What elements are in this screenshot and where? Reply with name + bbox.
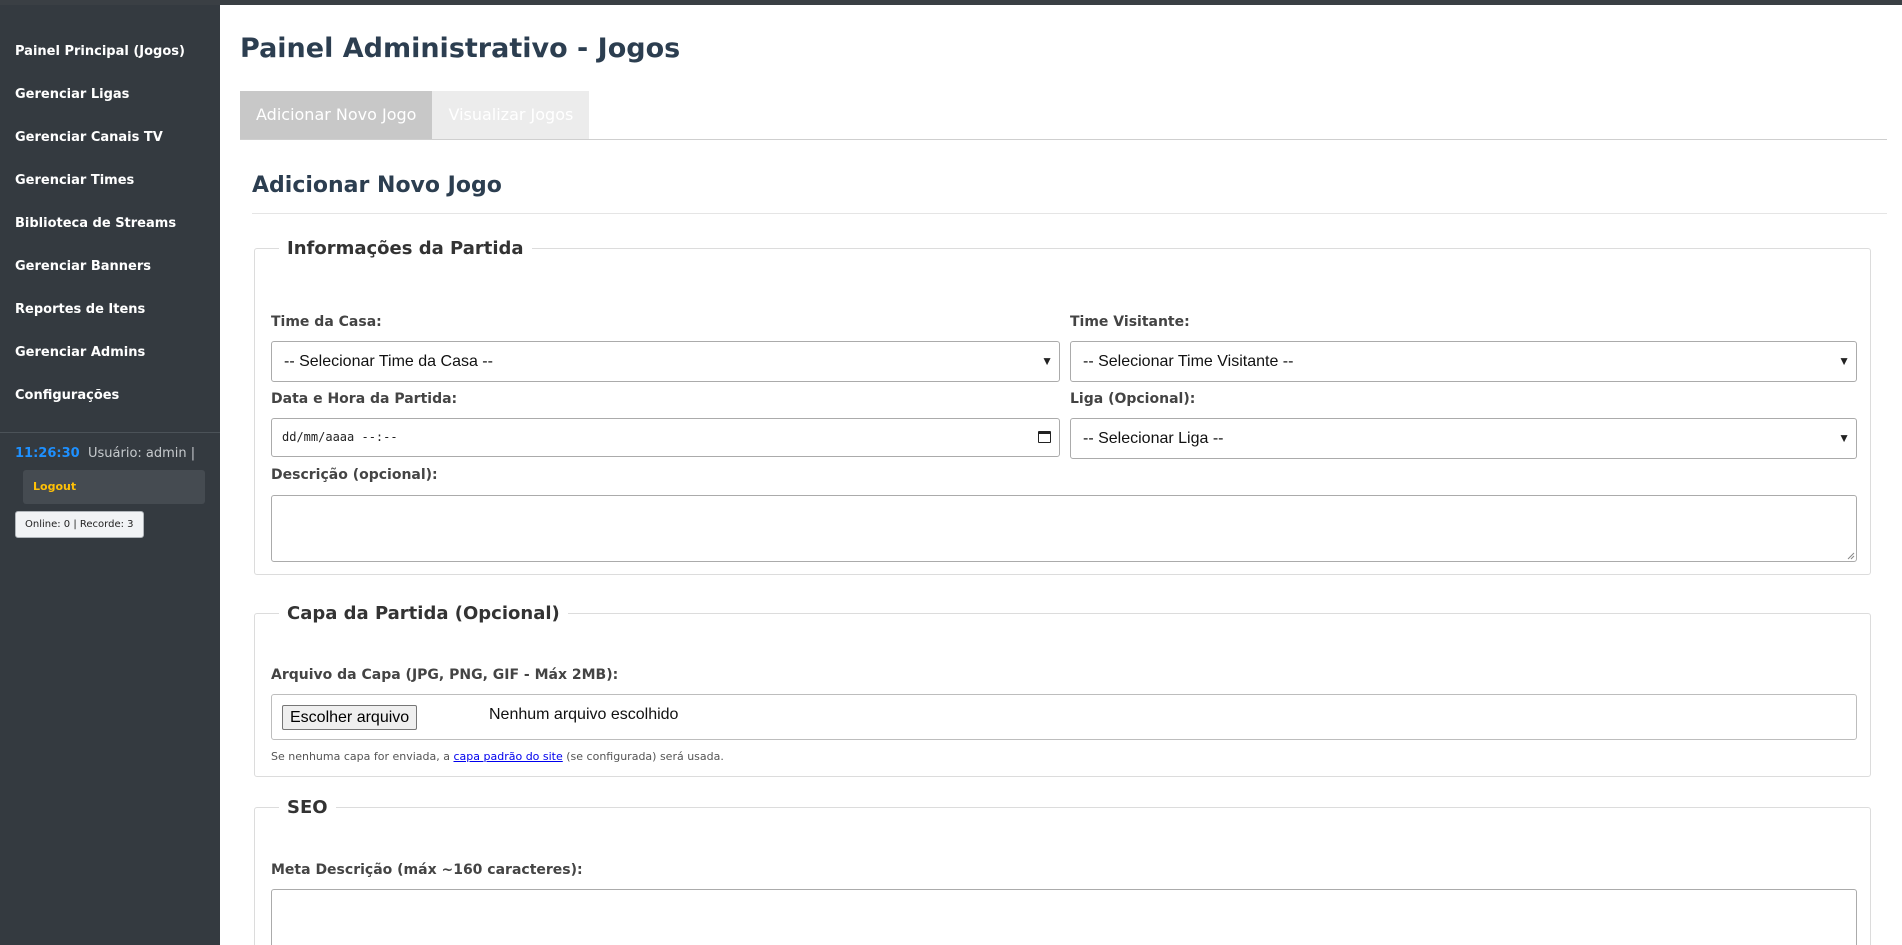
seo-fieldset: SEO Meta Descrição (máx ~160 caracteres)… (254, 797, 1871, 945)
chevron-down-icon: ▼ (1838, 354, 1850, 368)
tab-visualizar-jogos[interactable]: Visualizar Jogos (432, 91, 590, 139)
match-info-legend: Informações da Partida (287, 238, 524, 259)
sidebar-divider (0, 432, 220, 433)
clock: 11:26:30 (15, 446, 80, 461)
away-team-label: Time Visitante: (1070, 314, 1190, 330)
chevron-down-icon: ▼ (1838, 431, 1850, 445)
sidebar-item-ligas[interactable]: Gerenciar Ligas (0, 76, 220, 119)
tab-bar: Adicionar Novo Jogo Visualizar Jogos (240, 91, 590, 139)
sidebar-item-reportes[interactable]: Reportes de Itens (0, 291, 220, 334)
home-team-select[interactable]: -- Selecionar Time da Casa -- ▼ (271, 341, 1060, 382)
sidebar-item-configuracoes[interactable]: Configurações (0, 377, 220, 420)
meta-description-textarea[interactable] (271, 889, 1857, 945)
home-team-label: Time da Casa: (271, 314, 382, 330)
sidebar-item-painel-principal[interactable]: Painel Principal (Jogos) (0, 33, 220, 76)
seo-legend: SEO (287, 797, 328, 818)
datetime-label: Data e Hora da Partida: (271, 391, 458, 407)
meta-description-label: Meta Descrição (máx ~160 caracteres): (271, 862, 583, 878)
away-team-select[interactable]: -- Selecionar Time Visitante -- ▼ (1070, 341, 1857, 382)
cover-fieldset: Capa da Partida (Opcional) Arquivo da Ca… (254, 603, 1871, 777)
section-title: Adicionar Novo Jogo (252, 173, 502, 198)
page-title: Painel Administrativo - Jogos (240, 33, 681, 64)
tabs-divider (240, 139, 1887, 140)
choose-file-button[interactable]: Escolher arquivo (282, 705, 418, 730)
cover-file-input[interactable]: Escolher arquivo Nenhum arquivo escolhid… (271, 694, 1857, 740)
league-label: Liga (Opcional): (1070, 391, 1196, 407)
league-select[interactable]: -- Selecionar Liga -- ▼ (1070, 418, 1857, 459)
resize-grip-icon[interactable] (1846, 551, 1855, 560)
user-info: Usuário: admin | (88, 446, 196, 461)
cover-file-label: Arquivo da Capa (JPG, PNG, GIF - Máx 2MB… (271, 667, 619, 683)
calendar-icon[interactable] (1038, 431, 1051, 443)
sidebar-item-streams[interactable]: Biblioteca de Streams (0, 205, 220, 248)
online-counter-badge: Online: 0 | Recorde: 3 (15, 511, 144, 538)
logout-button[interactable]: Logout (23, 470, 205, 504)
tab-adicionar-novo-jogo[interactable]: Adicionar Novo Jogo (240, 91, 433, 139)
sidebar: Painel Principal (Jogos) Gerenciar Ligas… (0, 5, 220, 945)
sidebar-item-admins[interactable]: Gerenciar Admins (0, 334, 220, 377)
cover-hint: Se nenhuma capa for enviada, a capa padr… (271, 750, 724, 763)
cover-legend: Capa da Partida (Opcional) (287, 603, 560, 624)
description-textarea[interactable] (271, 495, 1857, 562)
datetime-input[interactable]: dd/mm/aaaa --:-- (271, 418, 1060, 457)
match-info-fieldset: Informações da Partida Time da Casa: -- … (254, 238, 1871, 575)
default-cover-link[interactable]: capa padrão do site (453, 750, 562, 763)
sidebar-item-times[interactable]: Gerenciar Times (0, 162, 220, 205)
file-status: Nenhum arquivo escolhido (489, 706, 679, 723)
chevron-down-icon: ▼ (1041, 354, 1053, 368)
sidebar-item-banners[interactable]: Gerenciar Banners (0, 248, 220, 291)
main-content: Painel Administrativo - Jogos Adicionar … (220, 5, 1902, 945)
description-label: Descrição (opcional): (271, 467, 438, 483)
sidebar-nav: Painel Principal (Jogos) Gerenciar Ligas… (0, 5, 220, 420)
sidebar-item-canais-tv[interactable]: Gerenciar Canais TV (0, 119, 220, 162)
section-divider (252, 213, 1887, 214)
